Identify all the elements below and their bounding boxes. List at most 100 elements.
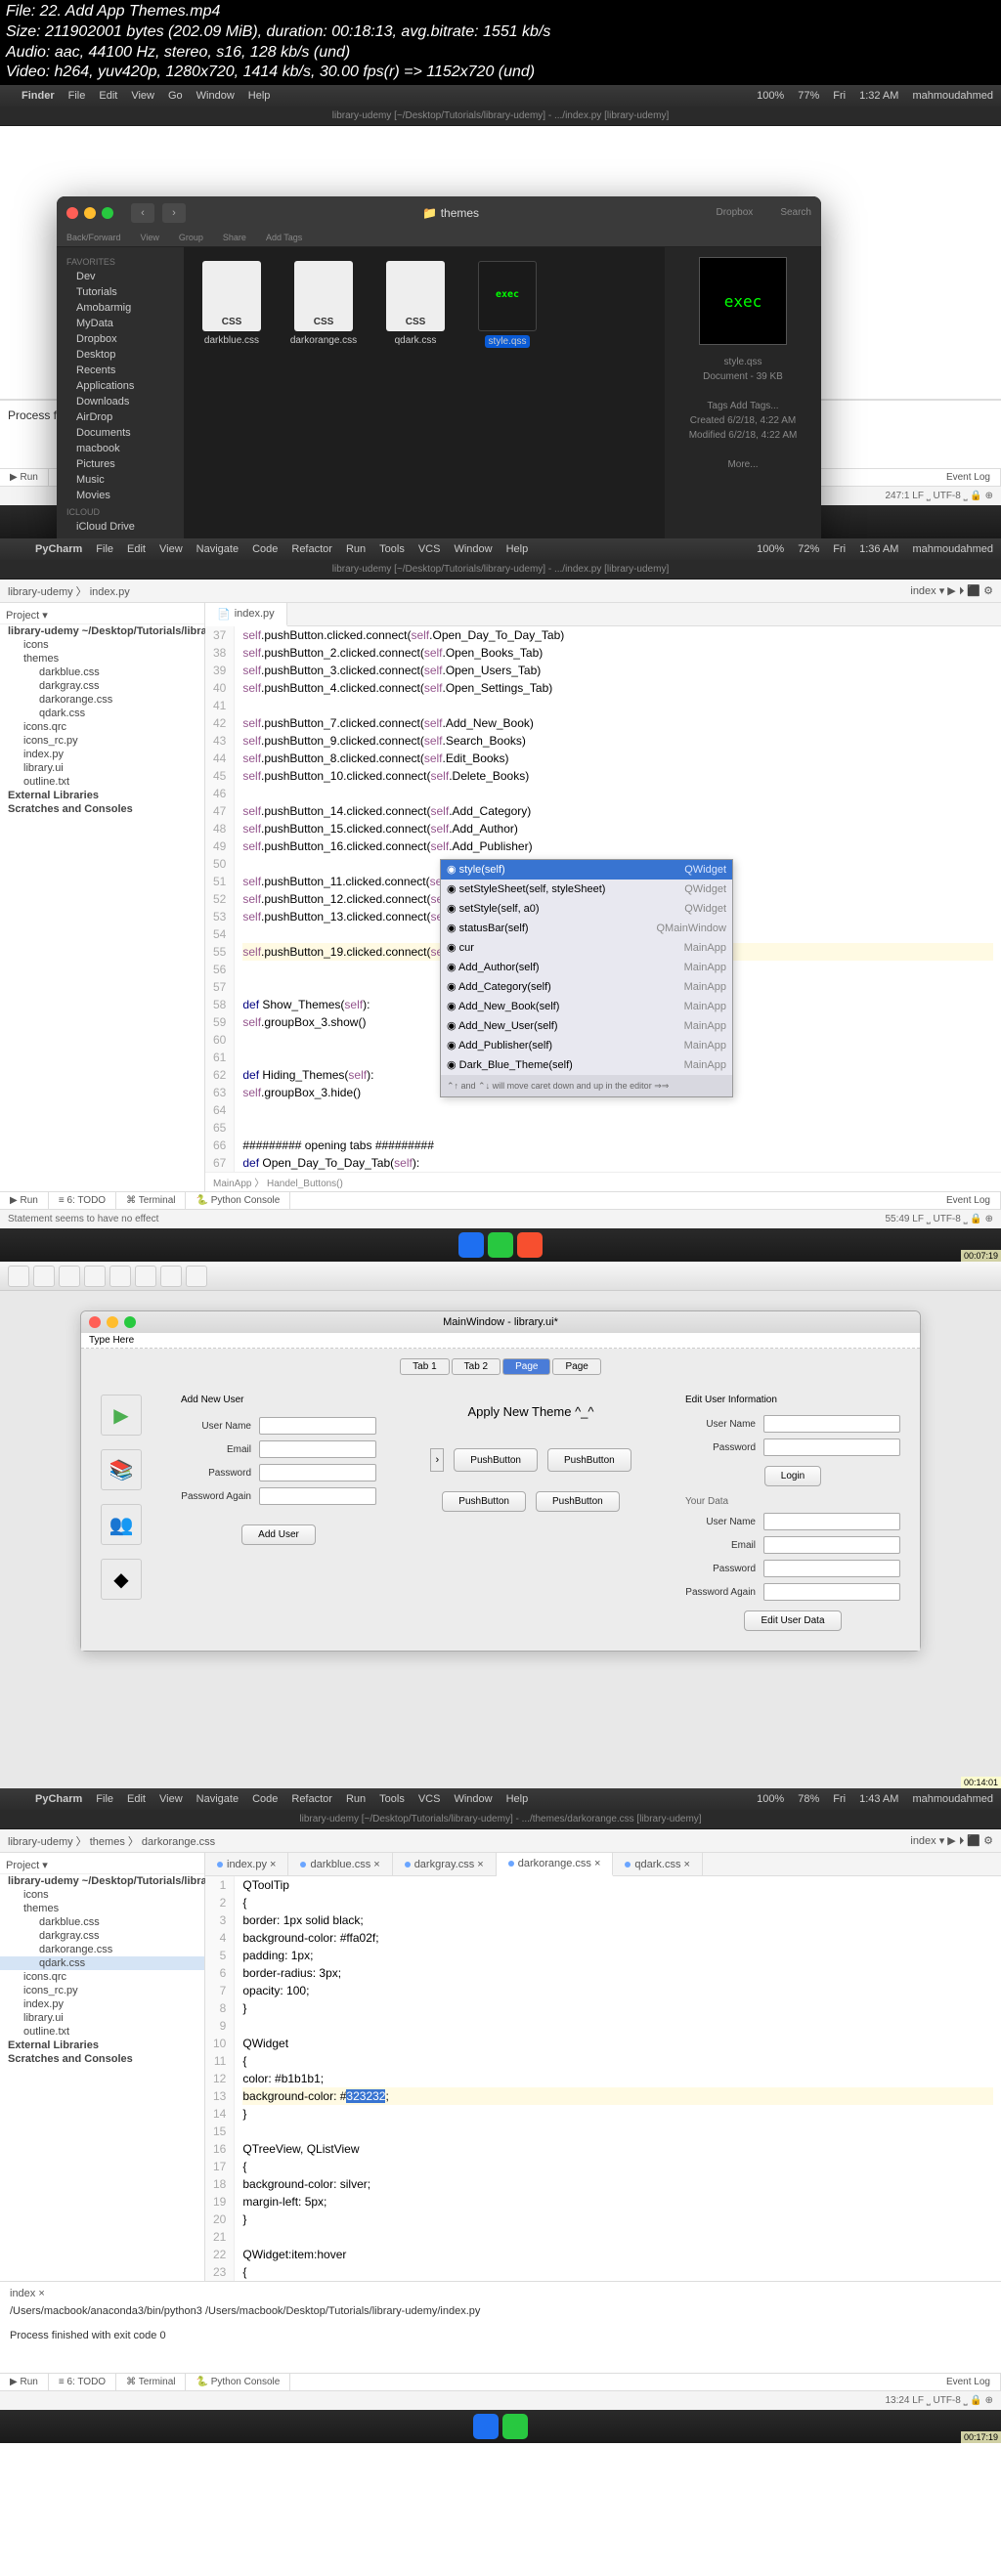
event-log[interactable]: Event Log [936,1192,1001,1209]
menu-window[interactable]: Window [454,543,492,555]
tree-item[interactable]: library.ui [0,761,204,775]
editor-tab[interactable]: darkorange.css × [497,1853,614,1876]
theme-pushbutton[interactable]: PushButton [442,1491,526,1512]
tree-item[interactable]: icons.qrc [0,1970,204,1984]
editor-tab[interactable]: darkblue.css × [288,1853,392,1875]
input-password-again[interactable] [763,1583,900,1601]
sidebar-item[interactable]: Pictures [57,456,184,472]
autocomplete-item[interactable]: ◉ Add_Author(self)MainApp [441,958,732,977]
footer-run[interactable]: ▶ Run [0,469,49,486]
tb-btn[interactable] [160,1266,182,1287]
tree-header[interactable]: Project ▾ [0,607,204,624]
minimize-icon[interactable] [107,1316,118,1328]
dropbox-label[interactable]: Dropbox [717,207,754,218]
tree-item[interactable]: outline.txt [0,2025,204,2039]
qt-preview-window[interactable]: MainWindow - library.ui* Type Here Tab 1… [80,1310,921,1652]
minimize-icon[interactable] [84,207,96,219]
autocomplete-item[interactable]: ◉ Add_Publisher(self)MainApp [441,1036,732,1055]
mac-window-tab[interactable]: library-udemy [~/Desktop/Tutorials/libra… [0,107,1001,126]
footer-todo[interactable]: ≡ 6: TODO [49,1192,116,1209]
menu-code[interactable]: Code [252,1793,278,1805]
tree-item[interactable]: darkgray.css [0,1929,204,1943]
file-item[interactable]: CSSdarkorange.css [289,261,358,346]
tree-header[interactable]: Project ▾ [0,1857,204,1874]
autocomplete-item[interactable]: ◉ Add_Category(self)MainApp [441,977,732,997]
tree-item[interactable]: index.py [0,748,204,761]
project-tree[interactable]: Project ▾ library-udemy ~/Desktop/Tutori… [0,1853,205,2281]
menu-edit[interactable]: Edit [99,90,117,102]
sidebar-item[interactable]: MyData [57,316,184,331]
breadcrumb-path[interactable]: library-udemy 〉 themes 〉 darkorange.css [8,1833,215,1849]
sb-icloud-drive[interactable]: iCloud Drive [57,519,184,535]
menu-navigate[interactable]: Navigate [196,543,239,555]
tree-item[interactable]: outline.txt [0,775,204,789]
qt-toolbar[interactable] [0,1262,1001,1291]
menu-file[interactable]: File [68,90,86,102]
file-item[interactable]: CSSqdark.css [381,261,450,346]
autocomplete-item[interactable]: ◉ statusBar(self)QMainWindow [441,919,732,938]
dock-icon[interactable] [517,1232,543,1258]
settings-icon[interactable]: ◆ [101,1559,142,1600]
autocomplete-item[interactable]: ◉ curMainApp [441,938,732,958]
tb-btn[interactable] [186,1266,207,1287]
sidebar-item[interactable]: AirDrop [57,409,184,425]
run-panel[interactable]: index × /Users/macbook/anaconda3/bin/pyt… [0,2281,1001,2373]
window-controls[interactable] [66,207,113,219]
tree-item[interactable]: index.py [0,1997,204,2011]
editor-tab[interactable]: index.py × [205,1853,288,1875]
sidebar-item[interactable]: Music [57,472,184,488]
sidebar-item[interactable]: Amobarmig [57,300,184,316]
search-field[interactable]: Search [780,207,811,218]
tree-item[interactable]: icons.qrc [0,720,204,734]
menu-tools[interactable]: Tools [379,1793,405,1805]
sidebar-item[interactable]: Dev [57,269,184,284]
sidebar-item[interactable]: Dropbox [57,331,184,347]
sidebar-item[interactable]: Movies [57,488,184,503]
user[interactable]: mahmoudahmed [912,1793,993,1805]
code-editor[interactable]: 3738394041424344454647484950515253545556… [205,626,1001,1172]
close-icon[interactable] [66,207,78,219]
edit-user-data-button[interactable]: Edit User Data [744,1610,841,1631]
mac-dock[interactable] [0,1228,1001,1262]
menu-refactor[interactable]: Refactor [291,543,332,555]
menu-help[interactable]: Help [248,90,271,102]
qt-tab[interactable]: Tab 2 [452,1358,500,1375]
tree-item[interactable]: Scratches and Consoles [0,802,204,816]
footer-pyconsole[interactable]: 🐍 Python Console [186,2374,290,2390]
tree-item[interactable]: darkgray.css [0,679,204,693]
footer-terminal[interactable]: ⌘ Terminal [116,2374,186,2390]
code-editor[interactable]: 1234567891011121314151617181920212223 QT… [205,1876,1001,2281]
menu-window[interactable]: Window [454,1793,492,1805]
finder-sidebar[interactable]: Favorites DevTutorialsAmobarmigMyDataDro… [57,247,184,587]
autocomplete-popup[interactable]: ◉ style(self)QWidget◉ setStyleSheet(self… [440,859,733,1097]
expand-toggle[interactable]: › [430,1448,444,1472]
menu-go[interactable]: Go [168,90,183,102]
active-app[interactable]: PyCharm [35,1793,82,1805]
sidebar-item[interactable]: Documents [57,425,184,441]
tree-item[interactable]: darkblue.css [0,665,204,679]
close-icon[interactable] [89,1316,101,1328]
menu-help[interactable]: Help [506,1793,529,1805]
tree-item[interactable]: External Libraries [0,2039,204,2052]
input-email[interactable] [259,1440,376,1458]
sidebar-item[interactable]: Tutorials [57,284,184,300]
tb-btn[interactable] [84,1266,106,1287]
menu-view[interactable]: View [159,1793,183,1805]
user[interactable]: mahmoudahmed [912,543,993,555]
autocomplete-item[interactable]: ◉ Add_New_Book(self)MainApp [441,997,732,1016]
qt-tab[interactable]: Page [552,1358,600,1375]
menu-vcs[interactable]: VCS [418,1793,441,1805]
autocomplete-item[interactable]: ◉ setStyle(self, a0)QWidget [441,899,732,919]
tree-item[interactable]: darkorange.css [0,1943,204,1956]
tree-item[interactable]: themes [0,652,204,665]
input-password[interactable] [763,1438,900,1456]
tree-item[interactable]: icons [0,1888,204,1902]
mac-dock[interactable] [0,2410,1001,2443]
zoom-icon[interactable] [124,1316,136,1328]
finder-window[interactable]: ‹ › 📁 themes Dropbox Search Back/Forward… [57,196,821,587]
input-password[interactable] [763,1560,900,1577]
theme-pushbutton[interactable]: PushButton [536,1491,620,1512]
menu-view[interactable]: View [131,90,154,102]
qt-menubar-placeholder[interactable]: Type Here [81,1333,920,1349]
qt-tab[interactable]: Tab 1 [400,1358,449,1375]
